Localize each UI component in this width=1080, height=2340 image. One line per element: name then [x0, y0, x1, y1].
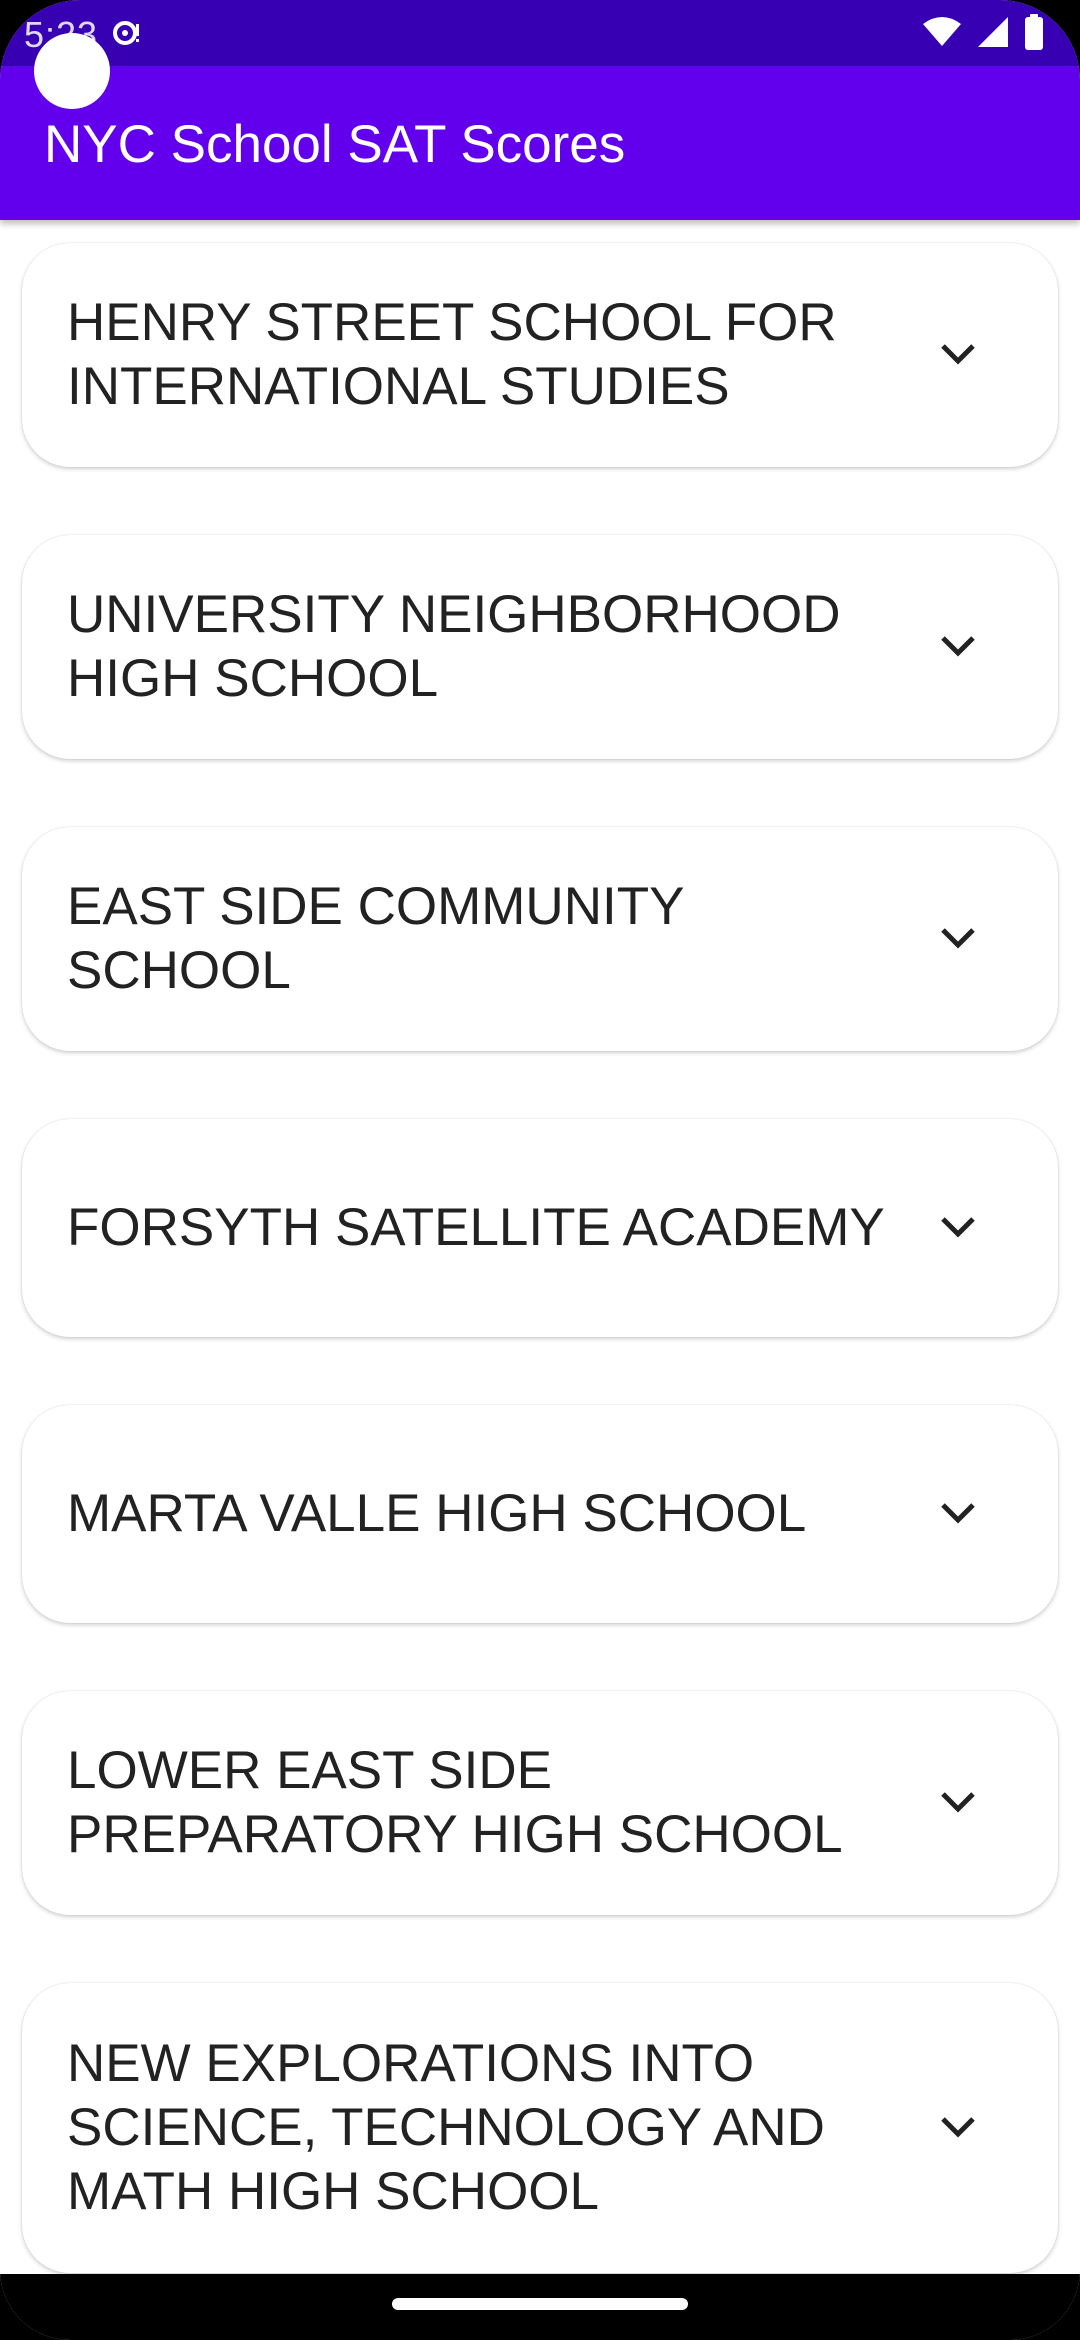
status-bar: 5:23 — [0, 0, 1080, 66]
signal-icon — [976, 15, 1010, 54]
screen: 5:23 — [0, 0, 1080, 2340]
school-card[interactable]: FORSYTH SATELLITE ACADEMY — [22, 1119, 1058, 1337]
notification-icon — [112, 18, 142, 48]
school-list[interactable]: HENRY STREET SCHOOL FOR INTERNATIONAL ST… — [0, 220, 1080, 2274]
chevron-down-icon[interactable] — [940, 1216, 976, 1240]
school-name: HENRY STREET SCHOOL FOR INTERNATIONAL ST… — [67, 293, 837, 416]
school-card[interactable]: UNIVERSITY NEIGHBORHOOD HIGH SCHOOL — [22, 535, 1058, 759]
chevron-down-icon[interactable] — [940, 1502, 976, 1526]
app-title: NYC School SAT Scores — [44, 115, 626, 174]
school-name: UNIVERSITY NEIGHBORHOOD HIGH SCHOOL — [67, 585, 841, 708]
school-name: FORSYTH SATELLITE ACADEMY — [67, 1198, 885, 1257]
school-name: LOWER EAST SIDE PREPARATORY HIGH SCHOOL — [67, 1741, 843, 1864]
school-name: NEW EXPLORATIONS INTO SCIENCE, TECHNOLOG… — [67, 2034, 825, 2221]
school-name: EAST SIDE COMMUNITY SCHOOL — [67, 877, 684, 1000]
school-card[interactable]: MARTA VALLE HIGH SCHOOL — [22, 1405, 1058, 1623]
wifi-icon — [922, 16, 962, 53]
app-bar: NYC School SAT Scores — [0, 66, 1080, 220]
chevron-down-icon[interactable] — [940, 2116, 976, 2140]
chevron-down-icon[interactable] — [940, 1791, 976, 1815]
school-card[interactable]: LOWER EAST SIDE PREPARATORY HIGH SCHOOL — [22, 1691, 1058, 1915]
chevron-down-icon[interactable] — [940, 343, 976, 367]
school-card[interactable]: EAST SIDE COMMUNITY SCHOOL — [22, 827, 1058, 1051]
school-card[interactable]: HENRY STREET SCHOOL FOR INTERNATIONAL ST… — [22, 243, 1058, 467]
chevron-down-icon[interactable] — [940, 635, 976, 659]
chevron-down-icon[interactable] — [940, 927, 976, 951]
status-icons — [922, 13, 1044, 55]
camera-cutout — [34, 33, 110, 109]
school-name: MARTA VALLE HIGH SCHOOL — [67, 1484, 807, 1543]
home-gesture-handle[interactable] — [392, 2298, 688, 2310]
battery-icon — [1024, 13, 1044, 55]
school-card[interactable]: NEW EXPLORATIONS INTO SCIENCE, TECHNOLOG… — [22, 1983, 1058, 2273]
navigation-bar — [0, 2274, 1080, 2340]
